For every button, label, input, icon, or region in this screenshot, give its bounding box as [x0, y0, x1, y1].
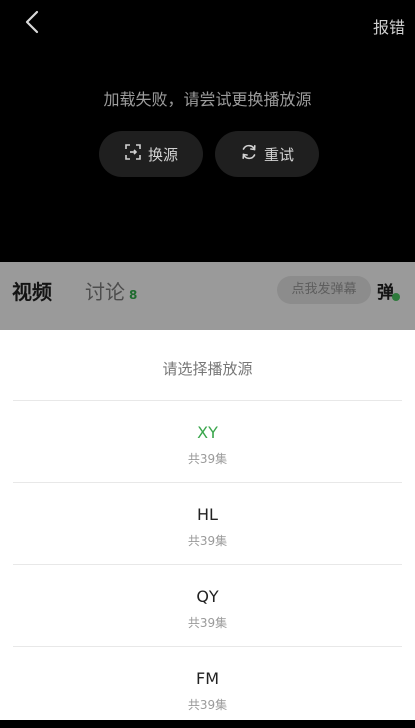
video-player: 报错 加载失败，请尝试更换播放源 换源 重试: [0, 0, 415, 262]
switch-source-label: 换源: [147, 145, 178, 164]
source-name: QY: [196, 587, 219, 606]
sheet-title: 请选择播放源: [162, 360, 253, 378]
source-item-fm[interactable]: FM 共39集: [13, 646, 402, 728]
danmaku-status-dot: [392, 293, 400, 301]
source-name: XY: [197, 423, 218, 442]
source-episode-count: 共39集: [187, 698, 228, 712]
report-button[interactable]: 报错: [373, 14, 405, 38]
source-episode-count: 共39集: [187, 616, 228, 630]
content-tabs: 视频 讨论 8 弹: [0, 262, 415, 330]
back-button[interactable]: [14, 6, 50, 42]
error-message: 加载失败，请尝试更换播放源: [103, 90, 312, 109]
source-item-qy[interactable]: QY 共39集: [13, 564, 402, 646]
source-item-xy[interactable]: XY 共39集: [13, 400, 402, 482]
tab-discuss[interactable]: 讨论 8: [85, 276, 137, 305]
source-picker-sheet: 请选择播放源 XY 共39集 HL 共39集 QY 共39集 FM 共39集: [0, 330, 415, 720]
tab-discuss-label: 讨论: [85, 280, 125, 304]
danmaku-input[interactable]: [277, 276, 371, 304]
danmaku-toggle[interactable]: 弹: [377, 278, 394, 303]
retry-button[interactable]: 重试: [215, 131, 319, 177]
chevron-left-icon: [25, 10, 39, 38]
discuss-count-badge: 8: [129, 288, 138, 302]
player-actions: 换源 重试: [99, 131, 319, 177]
switch-source-icon: [124, 143, 142, 165]
source-episode-count: 共39集: [187, 534, 228, 548]
tab-video[interactable]: 视频: [12, 276, 52, 305]
source-list: XY 共39集 HL 共39集 QY 共39集 FM 共39集: [13, 400, 402, 728]
retry-label: 重试: [263, 145, 294, 164]
source-name: FM: [195, 669, 219, 688]
source-name: HL: [197, 505, 218, 524]
source-item-hl[interactable]: HL 共39集: [13, 482, 402, 564]
source-episode-count: 共39集: [187, 452, 228, 466]
refresh-icon: [240, 143, 258, 165]
switch-source-button[interactable]: 换源: [99, 131, 203, 177]
